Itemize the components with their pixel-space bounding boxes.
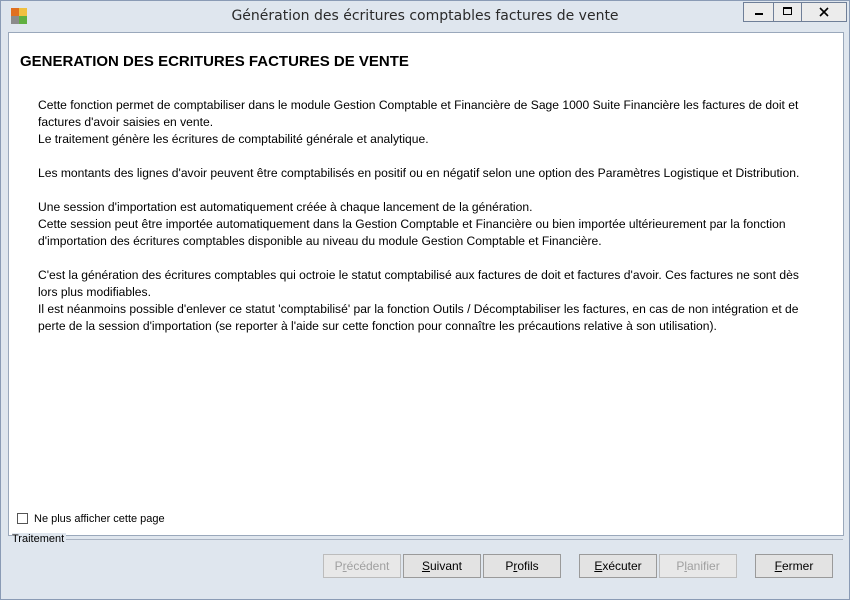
schedule-button[interactable]: Planifier bbox=[659, 554, 737, 578]
close-icon bbox=[819, 7, 829, 17]
button-accesskey: S bbox=[421, 559, 430, 573]
button-label-part: anifier bbox=[687, 559, 720, 573]
button-label-part: écédent bbox=[346, 559, 390, 573]
group-divider bbox=[65, 539, 843, 540]
close-button[interactable]: Fermer bbox=[755, 554, 833, 578]
group-label: Traitement bbox=[12, 533, 67, 545]
maximize-icon bbox=[783, 7, 792, 15]
profiles-button[interactable]: Profils bbox=[483, 554, 561, 578]
previous-button[interactable]: Précédent bbox=[323, 554, 401, 578]
minimize-icon bbox=[755, 13, 763, 15]
button-label-part: uivant bbox=[429, 559, 463, 573]
button-label-part: P bbox=[334, 559, 343, 573]
hide-page-label: Ne plus afficher cette page bbox=[34, 513, 165, 525]
execute-button[interactable]: Exécuter bbox=[579, 554, 657, 578]
description-line: Une session d'importation est automatiqu… bbox=[38, 200, 533, 214]
content-panel: GENERATION DES ECRITURES FACTURES DE VEN… bbox=[8, 32, 844, 536]
page-heading: GENERATION DES ECRITURES FACTURES DE VEN… bbox=[20, 53, 409, 70]
description-paragraph-4: C'est la génération des écritures compta… bbox=[38, 267, 818, 335]
maximize-button[interactable] bbox=[773, 2, 802, 22]
dialog-window: Génération des écritures comptables fact… bbox=[0, 0, 850, 600]
description-line: C'est la génération des écritures compta… bbox=[38, 268, 799, 299]
description-line: Il est néanmoins possible d'enlever ce s… bbox=[38, 302, 799, 333]
next-button[interactable]: Suivant bbox=[403, 554, 481, 578]
description-paragraph-3: Une session d'importation est automatiqu… bbox=[38, 199, 818, 250]
button-label-part: ofils bbox=[517, 559, 539, 573]
window-title: Génération des écritures comptables fact… bbox=[231, 8, 619, 24]
close-window-button[interactable] bbox=[801, 2, 847, 22]
description-paragraph-1: Cette fonction permet de comptabiliser d… bbox=[38, 97, 818, 148]
description-line: Les montants des lignes d'avoir peuvent … bbox=[38, 166, 800, 180]
description-text: Cette fonction permet de comptabiliser d… bbox=[38, 97, 818, 352]
button-label-part: ermer bbox=[782, 559, 814, 573]
description-line: Le traitement génère les écritures de co… bbox=[38, 132, 429, 146]
button-label-part: xécuter bbox=[602, 559, 642, 573]
button-accesskey: F bbox=[774, 559, 782, 573]
description-paragraph-2: Les montants des lignes d'avoir peuvent … bbox=[38, 165, 818, 182]
title-bar[interactable]: Génération des écritures comptables fact… bbox=[1, 1, 849, 31]
description-line: Cette fonction permet de comptabiliser d… bbox=[38, 98, 799, 129]
minimize-button[interactable] bbox=[743, 2, 774, 22]
checkbox-icon[interactable] bbox=[17, 513, 28, 524]
description-line: Cette session peut être importée automat… bbox=[38, 217, 786, 248]
